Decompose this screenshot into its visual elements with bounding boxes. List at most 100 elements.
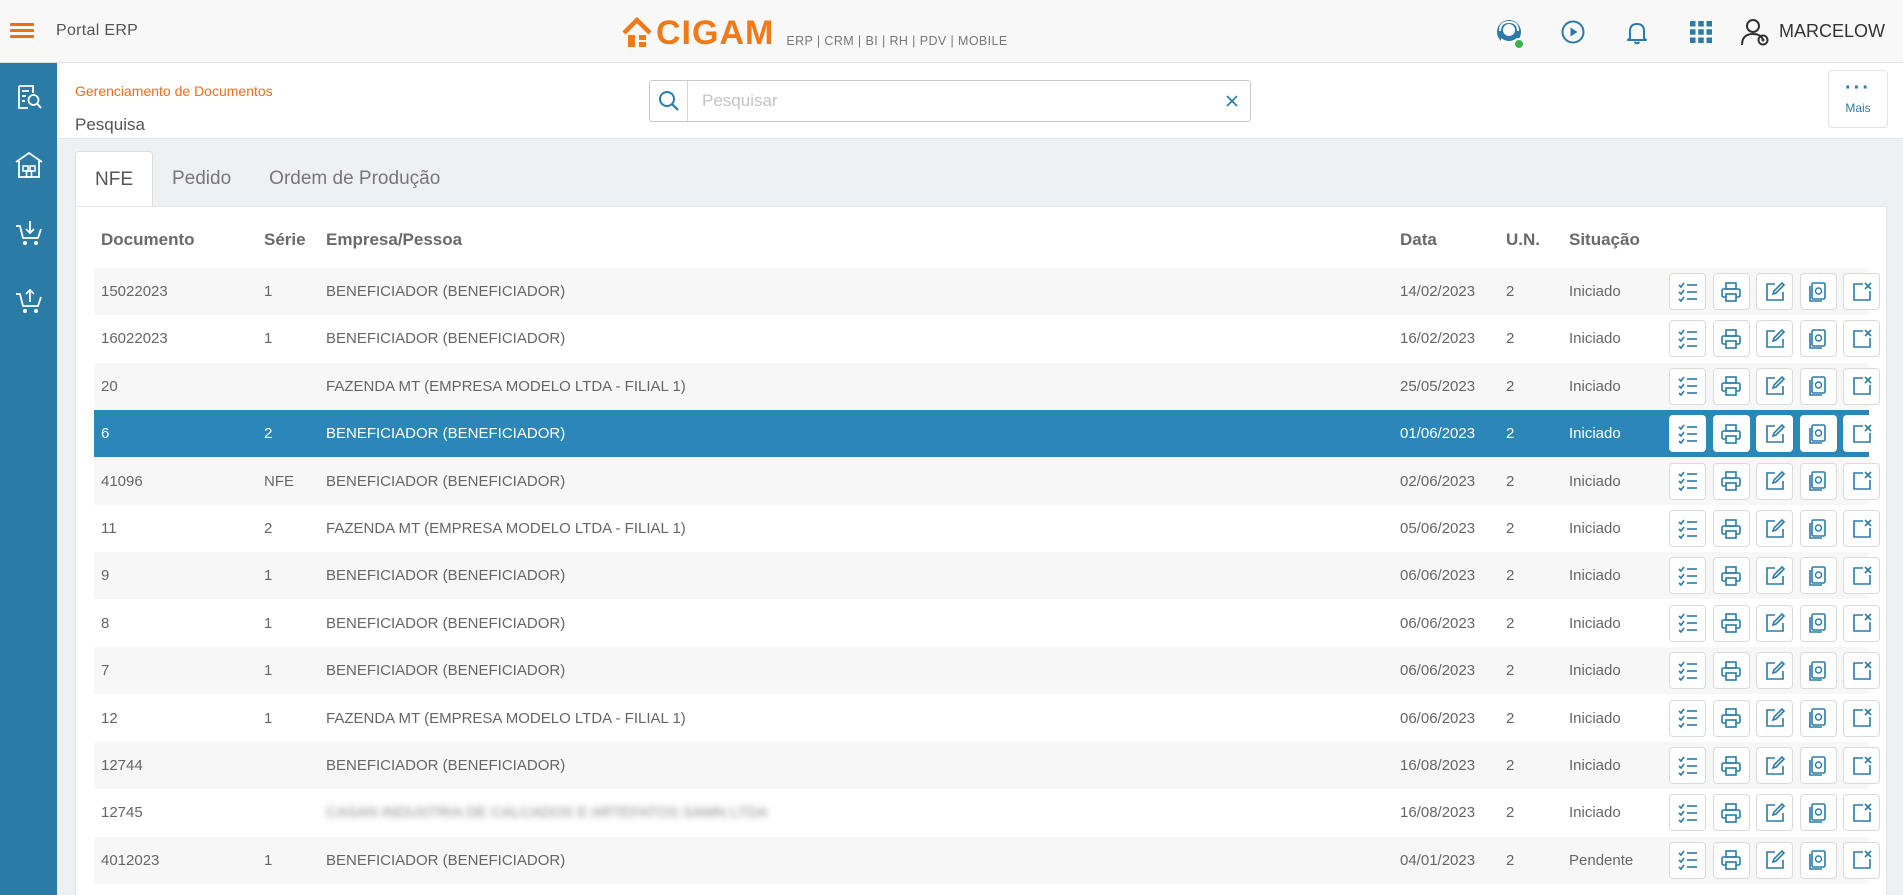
- table-row[interactable]: 12744 BENEFICIADOR (BENEFICIADOR) 16/08/20…: [94, 742, 1880, 789]
- sidebar-item-warehouse[interactable]: [0, 131, 57, 199]
- cancel-button[interactable]: [1843, 415, 1880, 453]
- edit-button[interactable]: [1756, 794, 1793, 832]
- copy-button[interactable]: [1799, 415, 1837, 453]
- tab-ordem-de-producao[interactable]: Ordem de Produção: [250, 151, 459, 207]
- sidebar-item-document-search[interactable]: [0, 63, 57, 131]
- cancel-button[interactable]: [1843, 273, 1880, 310]
- cancel-button[interactable]: [1843, 462, 1880, 500]
- edit-button[interactable]: [1756, 747, 1793, 784]
- edit-button[interactable]: [1756, 510, 1793, 547]
- details-button[interactable]: [1669, 367, 1706, 405]
- details-button[interactable]: [1669, 320, 1706, 358]
- details-button[interactable]: [1669, 462, 1706, 500]
- search-button[interactable]: [650, 81, 688, 121]
- details-button[interactable]: [1669, 841, 1706, 879]
- column-header-empresa[interactable]: Empresa/Pessoa: [326, 230, 462, 250]
- copy-button[interactable]: [1799, 462, 1837, 500]
- details-button[interactable]: [1669, 510, 1706, 547]
- table-row[interactable]: 7 1 BENEFICIADOR (BENEFICIADOR) 06/06/2023 2…: [94, 647, 1880, 695]
- sidebar-item-outbound[interactable]: [0, 267, 57, 335]
- details-button[interactable]: [1669, 557, 1706, 595]
- print-button[interactable]: [1712, 462, 1750, 500]
- edit-button[interactable]: [1756, 462, 1793, 500]
- column-header-data[interactable]: Data: [1400, 230, 1437, 250]
- details-button[interactable]: [1669, 794, 1706, 832]
- support-button[interactable]: [1477, 0, 1541, 63]
- cancel-button[interactable]: [1843, 604, 1880, 642]
- table-row[interactable]: 11 2 FAZENDA MT (EMPRESA MODELO LTDA - FIL…: [94, 505, 1880, 552]
- copy-button[interactable]: [1799, 557, 1837, 595]
- edit-button[interactable]: [1756, 367, 1793, 405]
- cancel-button[interactable]: [1843, 367, 1880, 405]
- tab-pedido[interactable]: Pedido: [153, 151, 250, 207]
- details-button[interactable]: [1669, 273, 1706, 310]
- copy-button[interactable]: [1799, 794, 1837, 832]
- details-button[interactable]: [1669, 604, 1706, 642]
- column-header-serie[interactable]: Série: [264, 230, 306, 250]
- sidebar-item-inbound[interactable]: [0, 199, 57, 267]
- copy-button[interactable]: [1799, 510, 1837, 547]
- copy-button[interactable]: [1799, 367, 1837, 405]
- cancel-button[interactable]: [1843, 557, 1880, 595]
- edit-button[interactable]: [1756, 557, 1793, 595]
- edit-button[interactable]: [1756, 320, 1793, 358]
- table-row[interactable]: 41096 NFE BENEFICIADOR (BENEFICIADOR) 02/06…: [94, 457, 1880, 505]
- menu-icon[interactable]: [10, 20, 34, 44]
- table-row[interactable]: 20 FAZENDA MT (EMPRESA MODELO LTDA - FILI…: [94, 362, 1880, 410]
- print-button[interactable]: [1712, 510, 1750, 547]
- search-clear-button[interactable]: [1214, 81, 1250, 121]
- print-button[interactable]: [1712, 367, 1750, 405]
- copy-button[interactable]: [1799, 747, 1837, 784]
- table-row[interactable]: 16022023 1 BENEFICIADOR (BENEFICIADOR) 16/0…: [94, 315, 1880, 362]
- print-button[interactable]: [1712, 273, 1750, 310]
- copy-button[interactable]: [1799, 699, 1837, 737]
- tab-nfe[interactable]: NFE: [75, 151, 153, 207]
- print-button[interactable]: [1712, 794, 1750, 832]
- print-button[interactable]: [1712, 699, 1750, 737]
- table-row[interactable]: 6 2 BENEFICIADOR (BENEFICIADOR) 01/06/2023 2…: [94, 410, 1880, 458]
- edit-button[interactable]: [1756, 652, 1793, 690]
- print-button[interactable]: [1712, 841, 1750, 879]
- copy-button[interactable]: [1799, 841, 1837, 879]
- user-menu[interactable]: MARCELOW: [1733, 0, 1903, 63]
- edit-button[interactable]: [1756, 699, 1793, 737]
- table-row[interactable]: 4012023 1 BENEFICIADOR (BENEFICIADOR) 04/01…: [94, 836, 1880, 884]
- column-header-un[interactable]: U.N.: [1506, 230, 1540, 250]
- print-button[interactable]: [1712, 604, 1750, 642]
- copy-button[interactable]: [1799, 273, 1837, 310]
- cancel-button[interactable]: [1843, 320, 1880, 358]
- table-row[interactable]: 12745 CASAN INDUSTRIA DE CALCADOS E ARTEF…: [94, 789, 1880, 836]
- cancel-button[interactable]: [1843, 747, 1880, 784]
- details-button[interactable]: [1669, 652, 1706, 690]
- table-row[interactable]: 9 1 BENEFICIADOR (BENEFICIADOR) 06/06/2023 2…: [94, 552, 1880, 600]
- edit-button[interactable]: [1756, 273, 1793, 310]
- notifications-button[interactable]: [1605, 0, 1669, 63]
- search-input[interactable]: [688, 82, 1214, 120]
- edit-button[interactable]: [1756, 841, 1793, 879]
- column-header-documento[interactable]: Documento: [101, 230, 195, 250]
- print-button[interactable]: [1712, 415, 1750, 453]
- cancel-button[interactable]: [1843, 841, 1880, 879]
- table-row[interactable]: 12 1 FAZENDA MT (EMPRESA MODELO LTDA - FIL…: [94, 695, 1880, 742]
- edit-button[interactable]: [1756, 415, 1793, 453]
- apps-button[interactable]: [1669, 0, 1733, 63]
- breadcrumb[interactable]: Gerenciamento de Documentos: [75, 83, 273, 99]
- more-button[interactable]: ··· Mais: [1828, 70, 1888, 128]
- copy-button[interactable]: [1799, 604, 1837, 642]
- table-row[interactable]: 8 1 BENEFICIADOR (BENEFICIADOR) 06/06/2023 2…: [94, 600, 1880, 647]
- table-row[interactable]: 15022023 1 BENEFICIADOR (BENEFICIADOR) 14/0…: [94, 268, 1880, 315]
- details-button[interactable]: [1669, 747, 1706, 784]
- edit-button[interactable]: [1756, 604, 1793, 642]
- cancel-button[interactable]: [1843, 794, 1880, 832]
- print-button[interactable]: [1712, 747, 1750, 784]
- cancel-button[interactable]: [1843, 652, 1880, 690]
- print-button[interactable]: [1712, 652, 1750, 690]
- details-button[interactable]: [1669, 415, 1706, 453]
- column-header-situacao[interactable]: Situação: [1569, 230, 1640, 250]
- copy-button[interactable]: [1799, 320, 1837, 358]
- cancel-button[interactable]: [1843, 510, 1880, 547]
- copy-button[interactable]: [1799, 652, 1837, 690]
- video-button[interactable]: [1541, 0, 1605, 63]
- cancel-button[interactable]: [1843, 699, 1880, 737]
- print-button[interactable]: [1712, 320, 1750, 358]
